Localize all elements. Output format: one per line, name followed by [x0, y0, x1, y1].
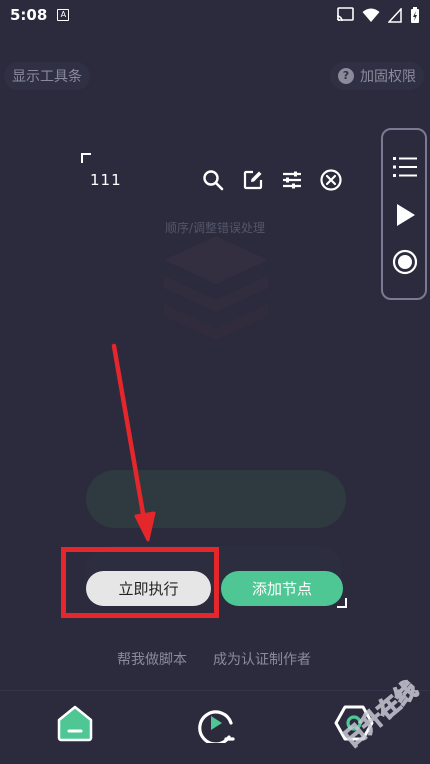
status-bar: 5:08 A — [0, 0, 430, 30]
close-circle-icon[interactable] — [319, 168, 343, 192]
resize-corner-top-left[interactable] — [81, 153, 91, 163]
show-toolbar-label: 显示工具条 — [12, 69, 82, 85]
resize-corner-bottom-right[interactable] — [337, 598, 347, 608]
signal-icon — [388, 7, 402, 23]
add-node-button[interactable]: 添加节点 — [221, 571, 343, 606]
run-now-button[interactable]: 立即执行 — [86, 571, 211, 606]
help-make-script-link[interactable]: 帮我做脚本 — [117, 649, 187, 669]
edit-icon[interactable] — [241, 168, 265, 192]
empty-layers-icon — [164, 236, 268, 340]
list-icon[interactable] — [392, 154, 418, 180]
a-badge-icon: A — [57, 9, 70, 21]
record-icon[interactable] — [392, 249, 418, 275]
play-q-icon[interactable] — [195, 703, 235, 743]
harden-permission-label: 加固权限 — [360, 69, 416, 85]
ghost-start-button — [86, 470, 346, 528]
wifi-icon — [362, 8, 380, 22]
harden-permission-button[interactable]: ? 加固权限 — [330, 62, 424, 90]
battery-icon — [411, 7, 419, 23]
status-icons — [336, 7, 420, 23]
search-icon[interactable] — [201, 168, 225, 192]
floating-side-panel — [381, 128, 427, 300]
become-author-link[interactable]: 成为认证制作者 — [213, 649, 311, 669]
sliders-icon[interactable] — [280, 168, 304, 192]
cast-icon — [336, 7, 354, 22]
show-toolbar-button[interactable]: 显示工具条 — [4, 62, 90, 90]
hexagon-icon[interactable] — [334, 703, 374, 743]
home-icon[interactable] — [55, 703, 95, 743]
help-icon: ? — [338, 68, 354, 84]
play-icon[interactable] — [392, 202, 418, 228]
bottom-nav — [0, 690, 430, 764]
status-time: 5:08 — [10, 6, 48, 24]
script-name: 111 — [90, 171, 122, 189]
